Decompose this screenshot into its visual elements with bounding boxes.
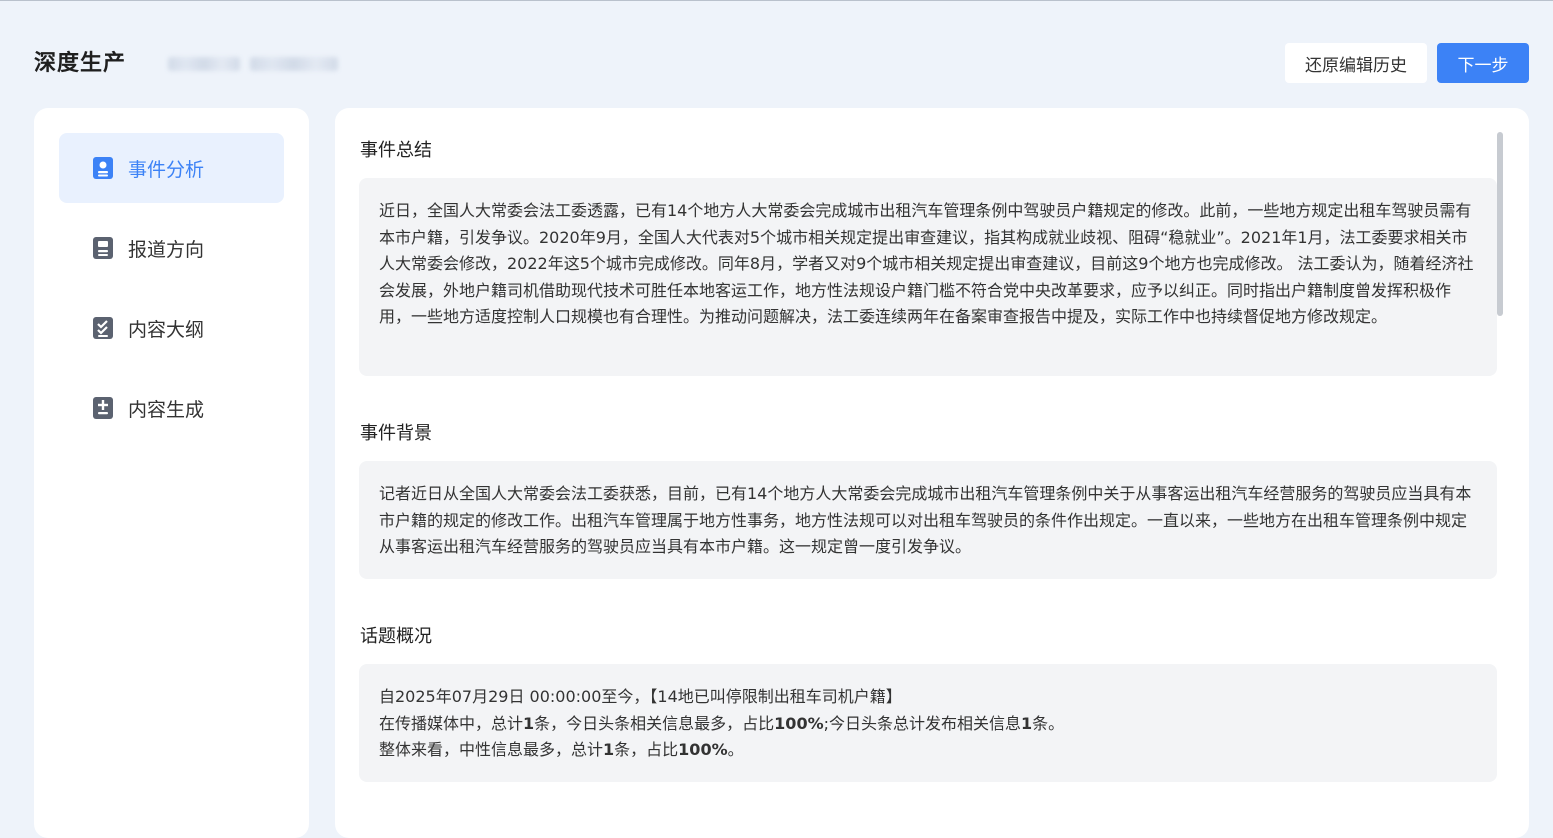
summary-title: 事件总结 bbox=[360, 140, 432, 161]
sidebar: 事件分析 报道方向 内容大纲 内容生成 bbox=[34, 108, 309, 838]
restore-history-button[interactable]: 还原编辑历史 bbox=[1285, 43, 1427, 83]
blurred-subtitle bbox=[168, 57, 240, 71]
sidebar-item-content-generation[interactable]: 内容生成 bbox=[59, 373, 284, 443]
document-icon bbox=[93, 237, 113, 259]
summary-panel: 近日，全国人大常委会法工委透露，已有14个地方人大常委会完成城市出租汽车管理条例… bbox=[359, 178, 1497, 376]
main-content: 事件总结 近日，全国人大常委会法工委透露，已有14个地方人大常委会完成城市出租汽… bbox=[335, 108, 1529, 838]
page-title: 深度生产 bbox=[34, 51, 127, 76]
blurred-subtitle bbox=[250, 57, 338, 71]
background-panel: 记者近日从全国人大常委会法工委获悉，目前，已有14个地方人大常委会完成城市出租汽… bbox=[359, 461, 1497, 579]
add-document-icon bbox=[93, 397, 113, 419]
header: 深度生产 还原编辑历史 下一步 bbox=[0, 1, 1553, 105]
next-step-button[interactable]: 下一步 bbox=[1437, 43, 1529, 83]
sidebar-item-label: 报道方向 bbox=[128, 238, 205, 261]
sidebar-item-report-direction[interactable]: 报道方向 bbox=[59, 213, 284, 283]
overview-line-2: 在传播媒体中，总计1条，今日头条相关信息最多，占比100%;今日头条总计发布相关… bbox=[379, 713, 1065, 733]
overview-title: 话题概况 bbox=[360, 626, 432, 647]
overview-line-3: 整体来看，中性信息最多，总计1条，占比100%。 bbox=[379, 740, 744, 759]
vertical-scrollbar[interactable] bbox=[1497, 132, 1503, 316]
person-card-icon bbox=[93, 157, 113, 179]
overview-line-1: 自2025年07月29日 00:00:00至今，【14地已叫停限制出租车司机户籍… bbox=[379, 687, 902, 706]
sidebar-item-label: 内容大纲 bbox=[128, 318, 205, 341]
sidebar-item-event-analysis[interactable]: 事件分析 bbox=[59, 133, 284, 203]
summary-text: 近日，全国人大常委会法工委透露，已有14个地方人大常委会完成城市出租汽车管理条例… bbox=[379, 201, 1474, 326]
sidebar-item-label: 内容生成 bbox=[128, 398, 205, 421]
sidebar-item-label: 事件分析 bbox=[128, 158, 205, 181]
background-text: 记者近日从全国人大常委会法工委获悉，目前，已有14个地方人大常委会完成城市出租汽… bbox=[379, 484, 1472, 556]
sidebar-item-content-outline[interactable]: 内容大纲 bbox=[59, 293, 284, 363]
checklist-icon bbox=[93, 317, 113, 339]
background-title: 事件背景 bbox=[360, 423, 432, 444]
overview-panel: 自2025年07月29日 00:00:00至今，【14地已叫停限制出租车司机户籍… bbox=[359, 664, 1497, 782]
